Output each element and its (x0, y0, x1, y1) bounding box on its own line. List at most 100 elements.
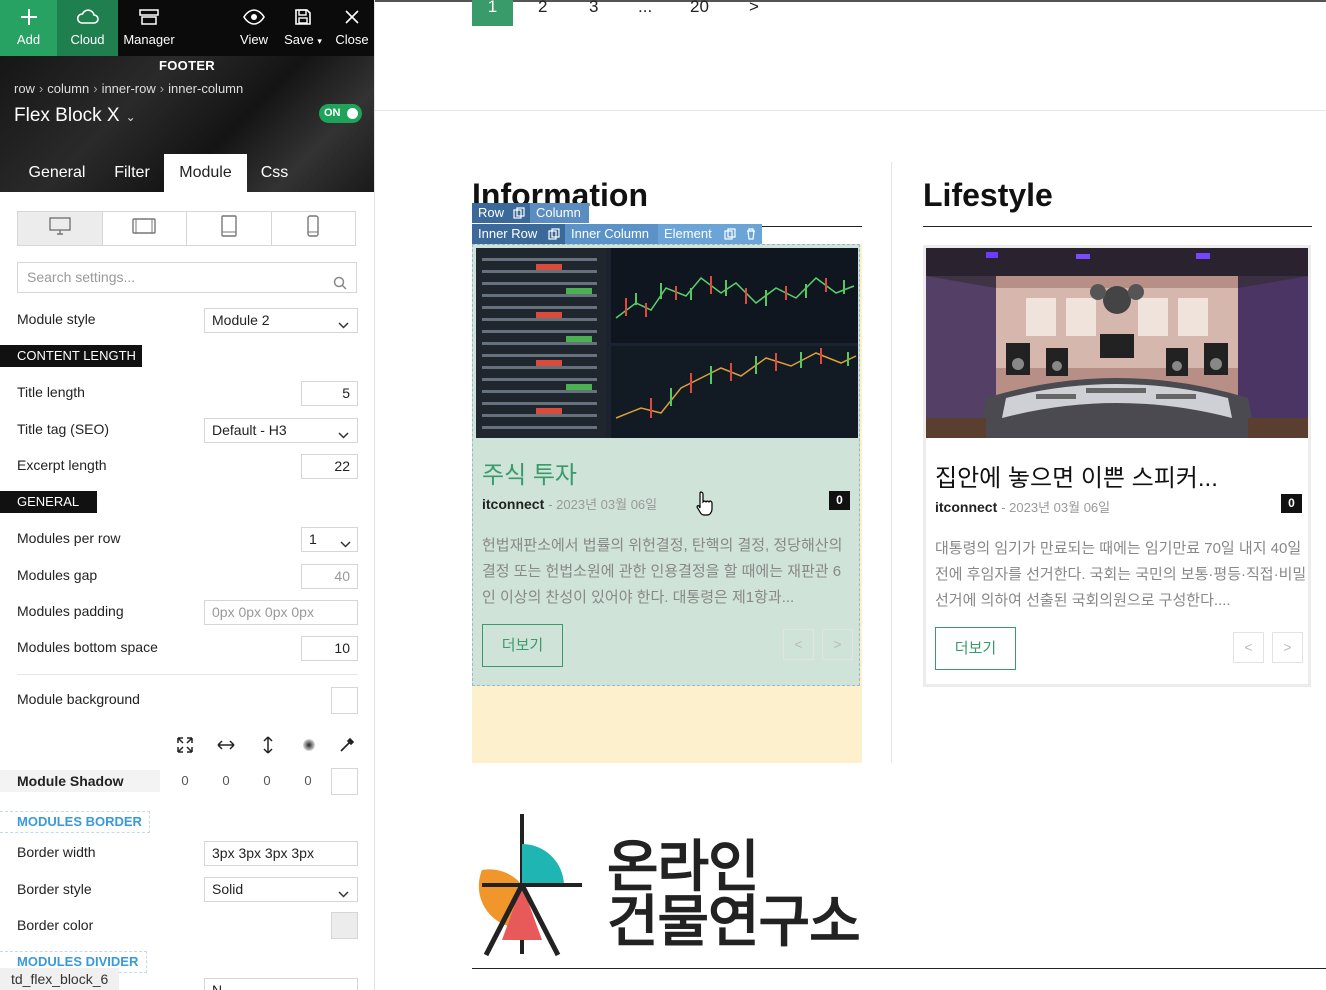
panel-header: FOOTER row › column › inner-row › inner-column… (0, 56, 374, 192)
shadow-spread-value[interactable]: 0 (298, 773, 318, 788)
cloud-icon (76, 7, 100, 29)
shadow-color-swatch[interactable] (331, 768, 358, 795)
copy-icon[interactable] (544, 224, 565, 244)
modules-padding-label: Modules padding (17, 603, 124, 619)
studio-photo-image (926, 248, 1308, 438)
card-image-studio[interactable] (926, 248, 1308, 438)
border-color-swatch[interactable] (331, 912, 358, 939)
overlay-row[interactable]: Row (472, 203, 509, 223)
breadcrumb-inner-column[interactable]: inner-column (168, 81, 243, 96)
block-toggle[interactable]: ON (319, 104, 362, 123)
module-style-label: Module style (17, 311, 96, 327)
next-button[interactable]: > (1272, 632, 1303, 663)
card-title[interactable]: 주식 투자 (482, 455, 577, 490)
device-tablet-portrait[interactable] (187, 212, 272, 245)
news-card-lifestyle[interactable]: 집안에 놓으면 이쁜 스피커... itconnect - 2023년 03월 0… (923, 245, 1311, 687)
manager-button[interactable]: Manager (118, 0, 180, 56)
breadcrumb-row[interactable]: row (14, 81, 35, 96)
layout-icon (138, 7, 160, 29)
shadow-offset-x-value[interactable]: 0 (216, 773, 236, 788)
module-style-value: Module 2 (212, 312, 270, 328)
card-author[interactable]: itconnect (482, 496, 544, 512)
module-background-label: Module background (17, 691, 140, 707)
card-image-stock[interactable] (476, 248, 858, 438)
read-more-button[interactable]: 더보기 (482, 624, 563, 667)
builder-screen: Add Cloud Manager View Save ▾ Close FOOT… (0, 0, 1326, 990)
tab-filter[interactable]: Filter (100, 154, 164, 192)
divider (17, 674, 358, 675)
title-length-input[interactable]: 5 (301, 381, 358, 406)
shadow-offset-y-value[interactable]: 0 (257, 773, 277, 788)
excerpt-length-input[interactable]: 22 (301, 454, 358, 479)
footer-label: FOOTER (159, 58, 215, 73)
vertical-arrows-icon[interactable] (258, 735, 278, 755)
page-1-button[interactable]: 1 (472, 0, 513, 26)
module-shadow-label: Module Shadow (0, 770, 160, 792)
overlay-inner-column[interactable]: Inner Column (565, 224, 658, 244)
view-button[interactable]: View (234, 0, 274, 56)
module-background-swatch[interactable] (331, 687, 358, 714)
breadcrumb-inner-row[interactable]: inner-row (102, 81, 156, 96)
search-placeholder: Search settings... (27, 269, 136, 285)
shadow-size-value[interactable]: 0 (175, 773, 195, 788)
divider-select[interactable]: N (204, 978, 358, 990)
trash-icon[interactable] (741, 224, 762, 244)
save-label: Save ▾ (284, 32, 322, 47)
cloud-label: Cloud (70, 32, 105, 47)
cloud-button[interactable]: Cloud (57, 0, 118, 56)
general-section: GENERAL (0, 491, 97, 513)
save-button[interactable]: Save ▾ (280, 0, 326, 56)
tab-css[interactable]: Css (247, 154, 302, 192)
device-phone[interactable] (272, 212, 356, 245)
modules-per-row-select[interactable]: 1 (301, 527, 358, 552)
eyedropper-icon[interactable] (337, 735, 357, 755)
tab-module[interactable]: Module (164, 154, 247, 192)
next-page-button[interactable]: > (749, 0, 759, 26)
modules-border-section: MODULES BORDER (0, 811, 150, 833)
card-author[interactable]: itconnect (935, 499, 997, 515)
block-title: Flex Block X (14, 105, 120, 126)
modules-gap-input[interactable]: 40 (301, 564, 358, 589)
plus-icon (19, 7, 39, 29)
blur-icon[interactable] (299, 735, 319, 755)
copy-icon[interactable] (720, 224, 741, 244)
breadcrumb-column[interactable]: column (47, 81, 89, 96)
read-more-button[interactable]: 더보기 (935, 627, 1016, 670)
border-style-select[interactable]: Solid (204, 877, 358, 902)
shadow-controls (0, 735, 374, 755)
add-button[interactable]: Add (0, 0, 57, 56)
modules-padding-input[interactable]: 0px 0px 0px 0px (204, 600, 358, 625)
border-width-input[interactable]: 3px 3px 3px 3px (204, 841, 358, 866)
tab-general[interactable]: General (14, 154, 100, 192)
section-divider (375, 110, 1326, 111)
prev-button[interactable]: < (783, 629, 814, 660)
hand-cursor-icon (695, 490, 715, 516)
device-desktop[interactable] (18, 212, 103, 245)
excerpt-length-label: Excerpt length (17, 457, 107, 473)
breadcrumb-separator: › (93, 81, 98, 96)
block-title-dropdown[interactable]: Flex Block X ⌄ (14, 105, 136, 127)
overlay-column[interactable]: Column (530, 203, 589, 223)
title-tag-select[interactable]: Default - H3 (204, 418, 358, 443)
device-tablet-landscape[interactable] (103, 212, 187, 245)
page-20-button[interactable]: 20 (690, 0, 709, 26)
comment-count-badge[interactable]: 0 (1281, 494, 1302, 513)
close-button[interactable]: Close (332, 0, 372, 56)
comment-count-badge[interactable]: 0 (829, 491, 850, 510)
news-card-information[interactable]: 주식 투자 itconnect - 2023년 03월 06일 0 헌법재판소에서… (472, 244, 860, 686)
expand-icon[interactable] (175, 735, 195, 755)
module-style-select[interactable]: Module 2 (204, 308, 358, 333)
settings-panel: Add Cloud Manager View Save ▾ Close FOOT… (0, 0, 375, 990)
prev-button[interactable]: < (1233, 632, 1264, 663)
card-title[interactable]: 집안에 놓으면 이쁜 스피커... (935, 458, 1218, 493)
next-button[interactable]: > (822, 629, 853, 660)
page-2-button[interactable]: 2 (538, 0, 547, 26)
horizontal-arrows-icon[interactable] (216, 735, 236, 755)
overlay-inner-row[interactable]: Inner Row (472, 224, 544, 244)
modules-bottom-space-input[interactable]: 10 (301, 636, 358, 661)
overlay-element[interactable]: Element (658, 224, 720, 244)
view-label: View (240, 32, 268, 47)
search-settings-input[interactable]: Search settings... (17, 262, 357, 293)
page-3-button[interactable]: 3 (589, 0, 598, 26)
copy-icon[interactable] (509, 203, 530, 223)
